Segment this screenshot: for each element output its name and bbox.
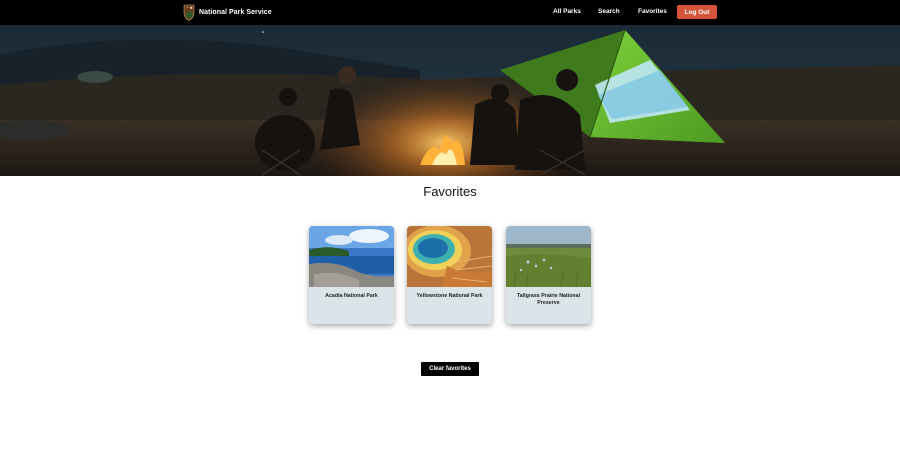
favorite-park-card[interactable]: Acadia National Park	[309, 226, 394, 324]
favorite-park-card[interactable]: Tallgrass Prairie National Preserve	[506, 226, 591, 324]
rocky-coastline-photo	[309, 226, 394, 287]
favorite-park-card[interactable]: Yellowstone National Park	[407, 226, 492, 324]
nav-links: All Parks Search Favorites Log Out	[0, 0, 900, 25]
logout-button[interactable]: Log Out	[677, 5, 717, 19]
park-name: Yellowstone National Park	[416, 293, 483, 299]
clear-favorites-button[interactable]: Clear favorites	[421, 362, 479, 376]
campfire-scene-illustration	[0, 25, 900, 176]
top-navbar: National Park Service All Parks Search F…	[0, 0, 900, 25]
nav-favorites-link[interactable]: Favorites	[638, 8, 667, 15]
park-name: Tallgrass Prairie National Preserve	[516, 293, 581, 306]
prairie-grassland-photo	[506, 226, 591, 287]
hero-banner-image	[0, 25, 900, 176]
park-name: Acadia National Park	[325, 293, 378, 299]
grand-prismatic-spring-photo	[407, 226, 492, 287]
nav-all-parks-link[interactable]: All Parks	[553, 8, 581, 15]
nav-search-link[interactable]: Search	[598, 8, 620, 15]
page-title: Favorites	[423, 184, 477, 199]
